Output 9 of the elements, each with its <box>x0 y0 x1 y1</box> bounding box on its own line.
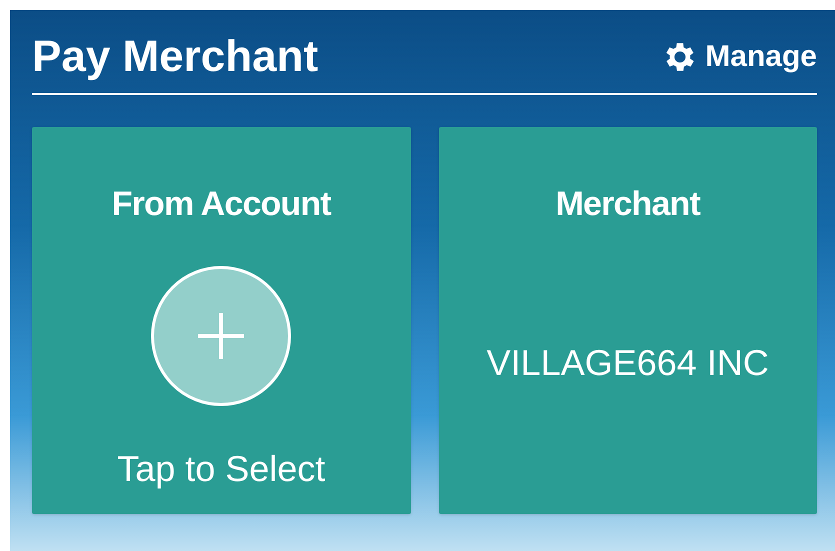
card-title: Merchant <box>556 184 700 225</box>
manage-button[interactable]: Manage <box>661 34 817 79</box>
card-background[interactable]: Merchant VILLAGE664 INC <box>438 127 817 514</box>
select-label: Tap to Select <box>117 447 326 491</box>
merchant-name: VILLAGE664 INC <box>486 341 769 385</box>
card-title: From Account <box>112 184 331 225</box>
card-background[interactable]: From Account Tap to Select <box>32 127 410 514</box>
plus-icon <box>198 313 244 359</box>
page-title: Pay Merchant <box>32 34 318 78</box>
